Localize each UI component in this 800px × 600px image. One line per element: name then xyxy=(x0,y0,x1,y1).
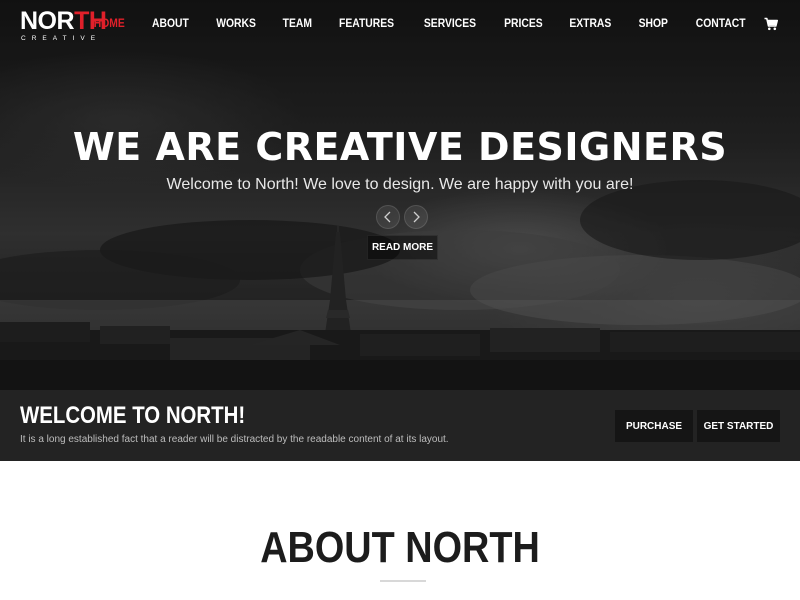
shopping-cart-icon[interactable] xyxy=(764,17,778,31)
nav-item-features[interactable]: FEATURES xyxy=(340,18,395,30)
hero-overlay xyxy=(0,0,800,390)
welcome-title: WELCOME TO NORTH! xyxy=(20,402,246,429)
slider-next-button[interactable] xyxy=(404,205,428,229)
about-title: ABOUT NORTH xyxy=(260,523,540,572)
nav-item-shop[interactable]: SHOP xyxy=(639,18,668,30)
read-more-button[interactable]: READ MORE xyxy=(367,235,438,260)
main-navigation: HOME ABOUT WORKS TEAM FEATURES SERVICES … xyxy=(69,18,748,30)
welcome-bar: WELCOME TO NORTH! It is a long establish… xyxy=(0,390,800,461)
slider-prev-button[interactable] xyxy=(376,205,400,229)
about-divider xyxy=(380,580,426,582)
nav-item-contact[interactable]: CONTACT xyxy=(695,18,745,30)
chevron-left-icon xyxy=(384,211,391,223)
get-started-button[interactable]: GET STARTED xyxy=(697,410,780,442)
purchase-button[interactable]: PURCHASE xyxy=(615,410,693,442)
nav-item-services[interactable]: SERVICES xyxy=(423,18,475,30)
nav-item-extras[interactable]: EXTRAS xyxy=(570,18,612,30)
logo-tagline: CREATIVE xyxy=(21,35,102,42)
nav-item-prices[interactable]: PRICES xyxy=(504,18,543,30)
nav-item-about[interactable]: ABOUT xyxy=(152,18,189,30)
hero-subtitle: Welcome to North! We love to design. We … xyxy=(166,176,634,193)
nav-item-home[interactable]: HOME xyxy=(94,18,125,30)
nav-item-works[interactable]: WORKS xyxy=(216,18,256,30)
welcome-text: It is a long established fact that a rea… xyxy=(20,434,449,445)
hero-section: NORTH CREATIVE HOME ABOUT WORKS TEAM FEA… xyxy=(0,0,800,390)
chevron-right-icon xyxy=(413,211,420,223)
hero-title: WE ARE CREATIVE DESIGNERS xyxy=(72,125,728,169)
about-section: ABOUT NORTH xyxy=(0,461,800,600)
nav-item-team[interactable]: TEAM xyxy=(283,18,312,30)
